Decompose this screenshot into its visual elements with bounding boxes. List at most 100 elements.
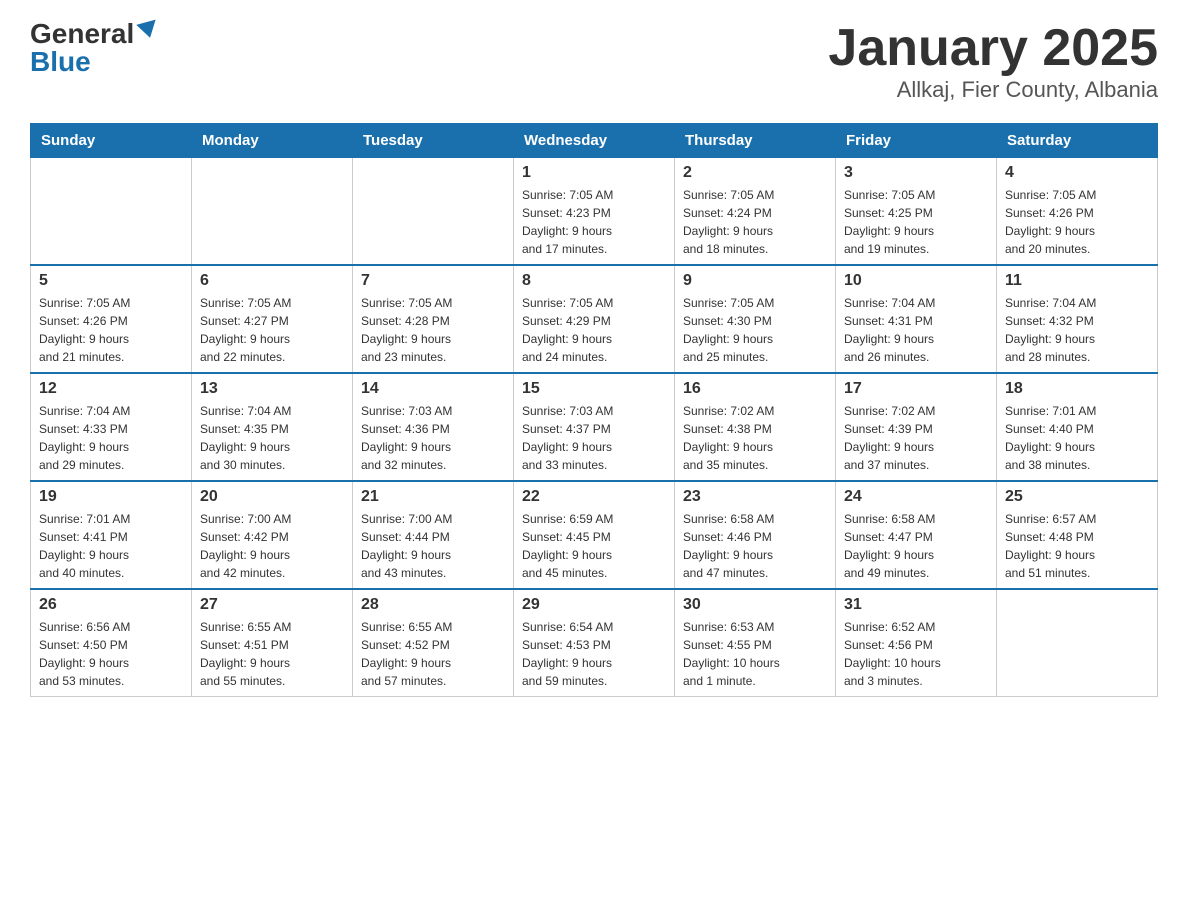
- day-number: 17: [844, 380, 988, 398]
- day-info: Sunrise: 7:01 AM Sunset: 4:40 PM Dayligh…: [1005, 402, 1149, 474]
- day-number: 4: [1005, 164, 1149, 182]
- day-info: Sunrise: 7:05 AM Sunset: 4:30 PM Dayligh…: [683, 294, 827, 366]
- calendar-cell: 13Sunrise: 7:04 AM Sunset: 4:35 PM Dayli…: [192, 373, 353, 481]
- day-info: Sunrise: 6:59 AM Sunset: 4:45 PM Dayligh…: [522, 510, 666, 582]
- day-info: Sunrise: 7:03 AM Sunset: 4:37 PM Dayligh…: [522, 402, 666, 474]
- calendar-cell: 18 Sunrise: 7:01 AM Sunset: 4:40 PM Dayli…: [997, 373, 1158, 481]
- calendar-cell: 5Sunrise: 7:05 AM Sunset: 4:26 PM Daylig…: [31, 265, 192, 373]
- location-subtitle: Allkaj, Fier County, Albania: [828, 77, 1158, 103]
- day-number: 13: [200, 380, 344, 398]
- calendar-week-row: 26 Sunrise: 6:56 AM Sunset: 4:50 PM Dayli…: [31, 589, 1158, 697]
- day-info: Sunrise: 7:05 AM Sunset: 4:23 PM Dayligh…: [522, 186, 666, 258]
- calendar-cell: [997, 589, 1158, 697]
- day-of-week-header: Monday: [192, 124, 353, 158]
- day-info: Sunrise: 7:04 AM Sunset: 4:33 PM Dayligh…: [39, 402, 183, 474]
- day-info: Sunrise: 7:01 AM Sunset: 4:41 PM Dayligh…: [39, 510, 183, 582]
- day-info: Sunrise: 7:03 AM Sunset: 4:36 PM Dayligh…: [361, 402, 505, 474]
- day-number: 26: [39, 596, 183, 614]
- calendar-cell: 25 Sunrise: 6:57 AM Sunset: 4:48 PM Dayli…: [997, 481, 1158, 589]
- calendar-cell: 6Sunrise: 7:05 AM Sunset: 4:27 PM Daylig…: [192, 265, 353, 373]
- day-info: Sunrise: 7:00 AM Sunset: 4:42 PM Dayligh…: [200, 510, 344, 582]
- day-of-week-header: Saturday: [997, 124, 1158, 158]
- day-info: Sunrise: 6:55 AM Sunset: 4:52 PM Dayligh…: [361, 618, 505, 690]
- logo-triangle-icon: [137, 20, 160, 41]
- month-title: January 2025: [828, 20, 1158, 77]
- day-info: Sunrise: 6:55 AM Sunset: 4:51 PM Dayligh…: [200, 618, 344, 690]
- day-number: 25: [1005, 488, 1149, 506]
- day-number: 18: [1005, 380, 1149, 398]
- calendar-cell: 22 Sunrise: 6:59 AM Sunset: 4:45 PM Dayli…: [514, 481, 675, 589]
- day-number: 7: [361, 272, 505, 290]
- day-info: Sunrise: 7:05 AM Sunset: 4:25 PM Dayligh…: [844, 186, 988, 258]
- day-number: 28: [361, 596, 505, 614]
- day-number: 12: [39, 380, 183, 398]
- day-info: Sunrise: 7:05 AM Sunset: 4:24 PM Dayligh…: [683, 186, 827, 258]
- calendar-cell: 2 Sunrise: 7:05 AM Sunset: 4:24 PM Daylig…: [675, 158, 836, 266]
- day-info: Sunrise: 7:02 AM Sunset: 4:38 PM Dayligh…: [683, 402, 827, 474]
- day-number: 2: [683, 164, 827, 182]
- page-header: General Blue January 2025 Allkaj, Fier C…: [30, 20, 1158, 103]
- day-number: 6: [200, 272, 344, 290]
- calendar-cell: [353, 158, 514, 266]
- day-number: 29: [522, 596, 666, 614]
- calendar-cell: 11 Sunrise: 7:04 AM Sunset: 4:32 PM Dayli…: [997, 265, 1158, 373]
- calendar-cell: 27Sunrise: 6:55 AM Sunset: 4:51 PM Dayli…: [192, 589, 353, 697]
- day-number: 9: [683, 272, 827, 290]
- day-of-week-header: Tuesday: [353, 124, 514, 158]
- day-info: Sunrise: 6:58 AM Sunset: 4:46 PM Dayligh…: [683, 510, 827, 582]
- calendar-cell: 20 Sunrise: 7:00 AM Sunset: 4:42 PM Dayli…: [192, 481, 353, 589]
- day-number: 31: [844, 596, 988, 614]
- day-info: Sunrise: 7:05 AM Sunset: 4:29 PM Dayligh…: [522, 294, 666, 366]
- day-info: Sunrise: 6:58 AM Sunset: 4:47 PM Dayligh…: [844, 510, 988, 582]
- day-info: Sunrise: 6:53 AM Sunset: 4:55 PM Dayligh…: [683, 618, 827, 690]
- day-info: Sunrise: 7:05 AM Sunset: 4:26 PM Dayligh…: [1005, 186, 1149, 258]
- calendar-cell: 19 Sunrise: 7:01 AM Sunset: 4:41 PM Dayli…: [31, 481, 192, 589]
- calendar-cell: 31 Sunrise: 6:52 AM Sunset: 4:56 PM Dayli…: [836, 589, 997, 697]
- day-number: 21: [361, 488, 505, 506]
- logo: General Blue: [30, 20, 158, 76]
- calendar-cell: 28 Sunrise: 6:55 AM Sunset: 4:52 PM Dayli…: [353, 589, 514, 697]
- calendar-cell: [31, 158, 192, 266]
- calendar-cell: 8Sunrise: 7:05 AM Sunset: 4:29 PM Daylig…: [514, 265, 675, 373]
- day-number: 3: [844, 164, 988, 182]
- day-number: 1: [522, 164, 666, 182]
- day-of-week-header: Thursday: [675, 124, 836, 158]
- calendar-cell: 9 Sunrise: 7:05 AM Sunset: 4:30 PM Daylig…: [675, 265, 836, 373]
- calendar-week-row: 12 Sunrise: 7:04 AM Sunset: 4:33 PM Dayli…: [31, 373, 1158, 481]
- day-info: Sunrise: 6:56 AM Sunset: 4:50 PM Dayligh…: [39, 618, 183, 690]
- calendar-cell: 12 Sunrise: 7:04 AM Sunset: 4:33 PM Dayli…: [31, 373, 192, 481]
- calendar-week-row: 1 Sunrise: 7:05 AM Sunset: 4:23 PM Daylig…: [31, 158, 1158, 266]
- calendar-table: SundayMondayTuesdayWednesdayThursdayFrid…: [30, 123, 1158, 697]
- day-number: 16: [683, 380, 827, 398]
- calendar-cell: 1 Sunrise: 7:05 AM Sunset: 4:23 PM Daylig…: [514, 158, 675, 266]
- day-info: Sunrise: 7:04 AM Sunset: 4:31 PM Dayligh…: [844, 294, 988, 366]
- day-number: 24: [844, 488, 988, 506]
- calendar-cell: 16 Sunrise: 7:02 AM Sunset: 4:38 PM Dayli…: [675, 373, 836, 481]
- day-info: Sunrise: 6:57 AM Sunset: 4:48 PM Dayligh…: [1005, 510, 1149, 582]
- day-of-week-header: Sunday: [31, 124, 192, 158]
- calendar-cell: 10 Sunrise: 7:04 AM Sunset: 4:31 PM Dayli…: [836, 265, 997, 373]
- calendar-cell: 3 Sunrise: 7:05 AM Sunset: 4:25 PM Daylig…: [836, 158, 997, 266]
- day-info: Sunrise: 7:02 AM Sunset: 4:39 PM Dayligh…: [844, 402, 988, 474]
- day-number: 20: [200, 488, 344, 506]
- logo-blue-text: Blue: [30, 48, 91, 76]
- day-number: 15: [522, 380, 666, 398]
- calendar-cell: 15 Sunrise: 7:03 AM Sunset: 4:37 PM Dayli…: [514, 373, 675, 481]
- day-info: Sunrise: 7:00 AM Sunset: 4:44 PM Dayligh…: [361, 510, 505, 582]
- day-info: Sunrise: 7:05 AM Sunset: 4:26 PM Dayligh…: [39, 294, 183, 366]
- day-of-week-header: Friday: [836, 124, 997, 158]
- calendar-cell: 23Sunrise: 6:58 AM Sunset: 4:46 PM Dayli…: [675, 481, 836, 589]
- logo-general-text: General: [30, 20, 134, 48]
- calendar-cell: 7Sunrise: 7:05 AM Sunset: 4:28 PM Daylig…: [353, 265, 514, 373]
- day-number: 10: [844, 272, 988, 290]
- calendar-cell: 14Sunrise: 7:03 AM Sunset: 4:36 PM Dayli…: [353, 373, 514, 481]
- day-number: 11: [1005, 272, 1149, 290]
- day-info: Sunrise: 6:52 AM Sunset: 4:56 PM Dayligh…: [844, 618, 988, 690]
- calendar-cell: 26 Sunrise: 6:56 AM Sunset: 4:50 PM Dayli…: [31, 589, 192, 697]
- day-info: Sunrise: 7:04 AM Sunset: 4:32 PM Dayligh…: [1005, 294, 1149, 366]
- calendar-cell: 29 Sunrise: 6:54 AM Sunset: 4:53 PM Dayli…: [514, 589, 675, 697]
- day-number: 19: [39, 488, 183, 506]
- calendar-cell: 30Sunrise: 6:53 AM Sunset: 4:55 PM Dayli…: [675, 589, 836, 697]
- day-number: 22: [522, 488, 666, 506]
- day-info: Sunrise: 6:54 AM Sunset: 4:53 PM Dayligh…: [522, 618, 666, 690]
